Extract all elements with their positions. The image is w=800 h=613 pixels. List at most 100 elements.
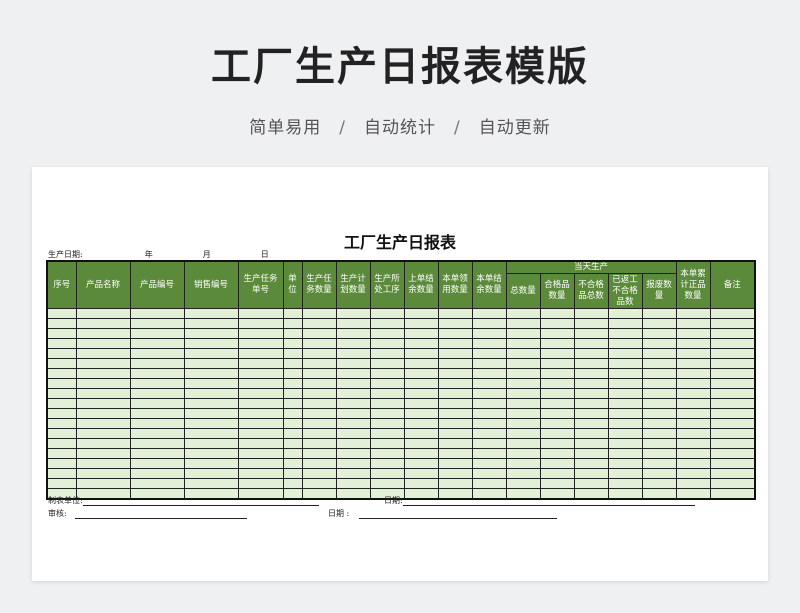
table-cell[interactable] [539, 438, 575, 449]
table-cell[interactable] [641, 388, 677, 399]
table-cell[interactable] [573, 308, 609, 319]
table-cell[interactable] [539, 458, 575, 469]
table-cell[interactable] [282, 398, 303, 409]
table-cell[interactable] [573, 318, 609, 329]
table-cell[interactable] [129, 448, 185, 459]
table-cell[interactable] [403, 358, 439, 369]
table-cell[interactable] [75, 388, 131, 399]
table-cell[interactable] [539, 328, 575, 339]
table-cell[interactable] [237, 388, 284, 399]
table-cell[interactable] [675, 328, 711, 339]
table-cell[interactable] [675, 388, 711, 399]
table-cell[interactable] [437, 308, 473, 319]
table-cell[interactable] [183, 418, 239, 429]
table-cell[interactable] [607, 308, 643, 319]
table-cell[interactable] [403, 438, 439, 449]
table-cell[interactable] [335, 448, 371, 459]
table-cell[interactable] [471, 368, 507, 379]
table-cell[interactable] [641, 358, 677, 369]
table-cell[interactable] [369, 438, 405, 449]
table-cell[interactable] [237, 448, 284, 459]
table-cell[interactable] [237, 368, 284, 379]
table-cell[interactable] [183, 318, 239, 329]
table-cell[interactable] [641, 428, 677, 439]
table-cell[interactable] [573, 378, 609, 389]
table-cell[interactable] [237, 478, 284, 489]
table-cell[interactable] [675, 308, 711, 319]
table-cell[interactable] [709, 388, 756, 399]
table-cell[interactable] [237, 458, 284, 469]
table-cell[interactable] [709, 438, 756, 449]
table-cell[interactable] [129, 408, 185, 419]
table-cell[interactable] [335, 438, 371, 449]
table-cell[interactable] [403, 468, 439, 479]
table-cell[interactable] [471, 428, 507, 439]
table-cell[interactable] [237, 398, 284, 409]
table-cell[interactable] [75, 458, 131, 469]
table-cell[interactable] [539, 348, 575, 359]
table-cell[interactable] [237, 418, 284, 429]
table-cell[interactable] [46, 408, 77, 419]
table-cell[interactable] [437, 478, 473, 489]
table-cell[interactable] [471, 418, 507, 429]
table-cell[interactable] [641, 468, 677, 479]
table-cell[interactable] [403, 318, 439, 329]
table-cell[interactable] [369, 478, 405, 489]
table-cell[interactable] [183, 448, 239, 459]
table-cell[interactable] [129, 368, 185, 379]
table-cell[interactable] [183, 368, 239, 379]
table-cell[interactable] [403, 398, 439, 409]
table-cell[interactable] [335, 458, 371, 469]
table-cell[interactable] [437, 358, 473, 369]
table-cell[interactable] [129, 378, 185, 389]
table-cell[interactable] [539, 378, 575, 389]
table-cell[interactable] [129, 398, 185, 409]
table-cell[interactable] [301, 418, 337, 429]
table-cell[interactable] [75, 348, 131, 359]
table-cell[interactable] [335, 398, 371, 409]
table-cell[interactable] [607, 388, 643, 399]
table-cell[interactable] [437, 368, 473, 379]
table-cell[interactable] [75, 398, 131, 409]
date2-field[interactable] [359, 511, 558, 519]
table-cell[interactable] [505, 308, 541, 319]
table-cell[interactable] [539, 448, 575, 459]
table-cell[interactable] [282, 468, 303, 479]
table-cell[interactable] [75, 368, 131, 379]
table-cell[interactable] [505, 398, 541, 409]
table-cell[interactable] [46, 398, 77, 409]
table-cell[interactable] [301, 318, 337, 329]
table-cell[interactable] [369, 468, 405, 479]
table-cell[interactable] [46, 358, 77, 369]
table-cell[interactable] [301, 398, 337, 409]
table-cell[interactable] [471, 478, 507, 489]
table-cell[interactable] [709, 308, 756, 319]
table-cell[interactable] [75, 338, 131, 349]
table-cell[interactable] [369, 408, 405, 419]
table-cell[interactable] [607, 408, 643, 419]
table-cell[interactable] [369, 368, 405, 379]
table-cell[interactable] [709, 488, 756, 500]
table-cell[interactable] [709, 328, 756, 339]
table-cell[interactable] [403, 308, 439, 319]
table-cell[interactable] [369, 378, 405, 389]
table-cell[interactable] [709, 428, 756, 439]
table-cell[interactable] [471, 408, 507, 419]
table-cell[interactable] [237, 318, 284, 329]
table-cell[interactable] [505, 348, 541, 359]
table-cell[interactable] [505, 418, 541, 429]
table-cell[interactable] [641, 328, 677, 339]
table-cell[interactable] [403, 418, 439, 429]
table-cell[interactable] [437, 348, 473, 359]
table-cell[interactable] [607, 448, 643, 459]
table-cell[interactable] [46, 318, 77, 329]
table-cell[interactable] [709, 358, 756, 369]
table-cell[interactable] [301, 468, 337, 479]
table-cell[interactable] [183, 428, 239, 439]
table-cell[interactable] [46, 338, 77, 349]
table-cell[interactable] [607, 418, 643, 429]
table-cell[interactable] [675, 458, 711, 469]
table-cell[interactable] [335, 408, 371, 419]
table-cell[interactable] [369, 388, 405, 399]
table-cell[interactable] [129, 388, 185, 399]
